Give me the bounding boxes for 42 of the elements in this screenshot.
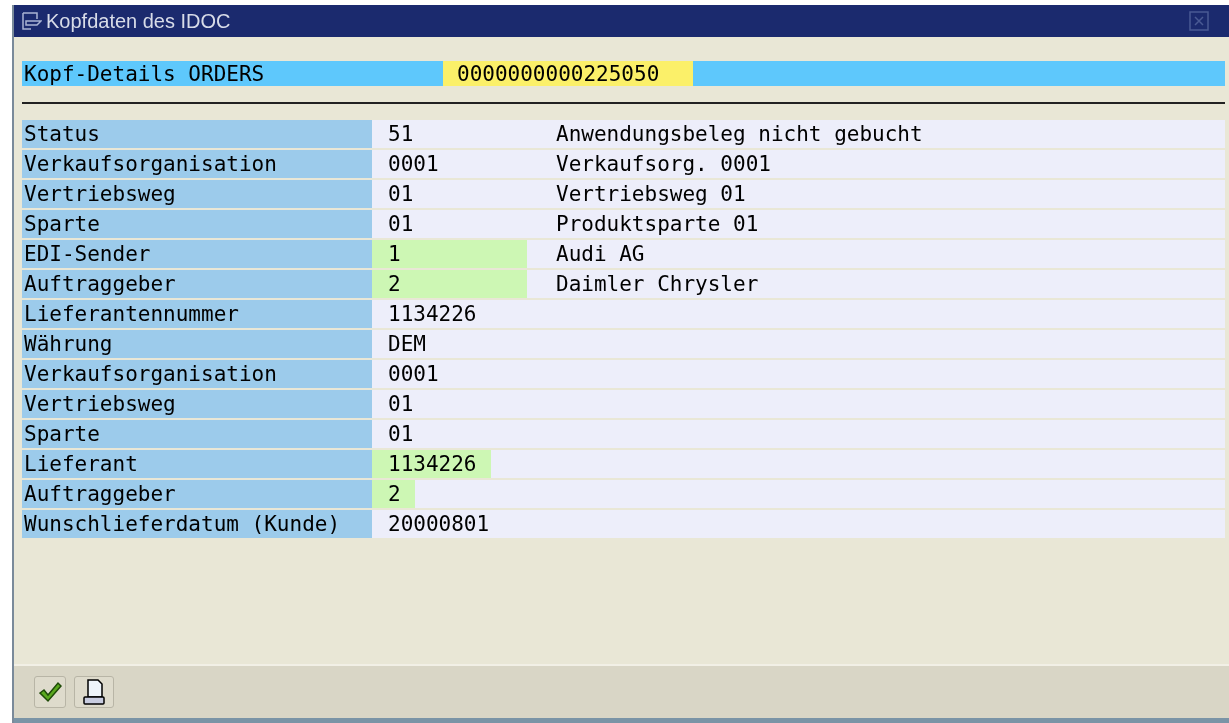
header-label: Kopf-Details ORDERS [23,61,266,86]
confirm-button[interactable] [34,676,66,708]
field-label: Lieferant [22,450,372,478]
field-label: Vertriebsweg [22,180,372,208]
field-label: Auftraggeber [22,480,372,508]
field-label: Verkaufsorganisation [22,150,372,178]
field-value: 01 [387,211,415,238]
field-value: DEM [387,331,427,358]
field-description: Daimler Chrysler [555,272,759,296]
field-label: Verkaufsorganisation [22,360,372,388]
field-label: Lieferantennummer [22,300,372,328]
field-value: 20000801 [387,511,491,538]
field-value: 2 [372,480,415,508]
field-value: 01 [387,421,415,448]
field-description: Verkaufsorg. 0001 [555,152,771,176]
field-label: Sparte [22,210,372,238]
idoc-number: 0000000000225050 [443,61,693,86]
checkmark-icon [38,681,62,703]
print-button[interactable] [74,676,114,708]
field-value: 2 [372,270,527,298]
field-label: Wunschlieferdatum (Kunde) [22,510,372,538]
field-description: Anwendungsbeleg nicht gebucht [555,122,923,146]
field-label: Auftraggeber [22,270,372,298]
field-label: EDI-Sender [22,240,372,268]
field-value: 0001 [387,361,440,388]
field-value: 51 [387,121,415,148]
field-value: 1134226 [372,450,491,478]
field-value: 01 [387,391,415,418]
field-description: Audi AG [555,242,645,266]
field-label: Vertriebsweg [22,390,372,418]
window-title: Kopfdaten des IDOC [46,9,231,33]
window-icon [22,12,42,30]
field-value: 1 [372,240,527,268]
field-label: Status [22,120,372,148]
field-value: 1134226 [387,301,478,328]
field-label: Sparte [22,420,372,448]
field-value: 0001 [387,151,440,178]
field-value: 01 [387,181,415,208]
field-description: Vertriebsweg 01 [555,182,746,206]
field-description: Produktsparte 01 [555,212,759,236]
field-label: Währung [22,330,372,358]
printer-icon [82,678,106,706]
